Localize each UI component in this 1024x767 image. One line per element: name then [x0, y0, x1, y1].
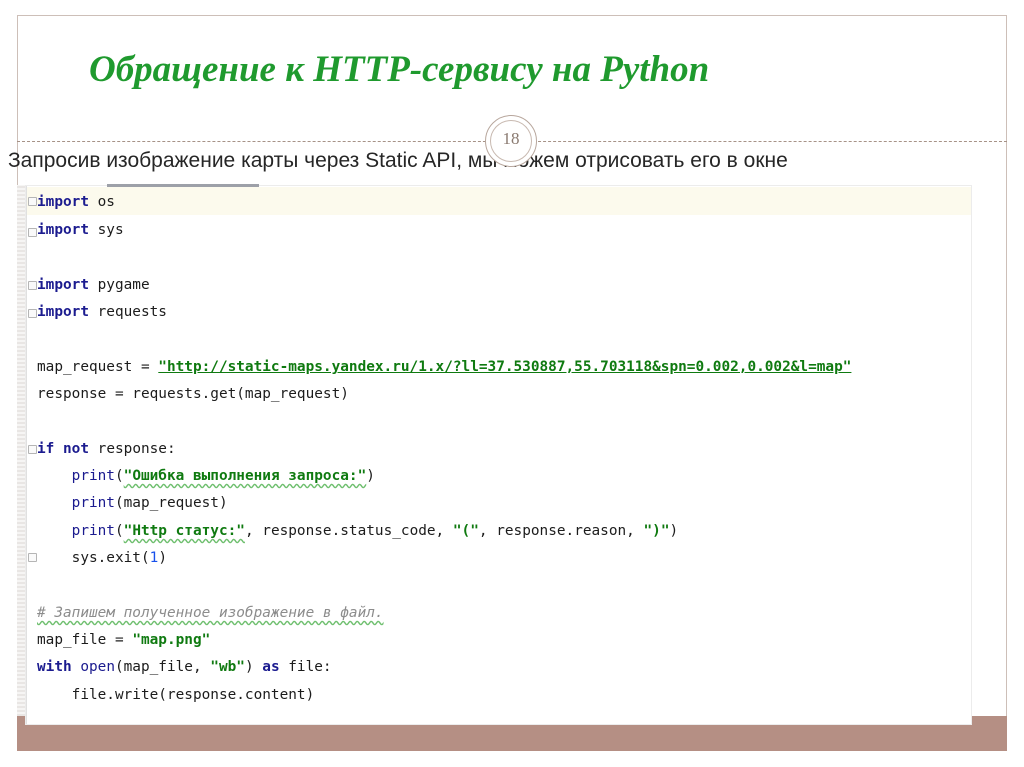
body-text: Запросив изображение карты через Static … [8, 149, 788, 172]
code-line-3: import pygame [37, 277, 150, 293]
fold-icon[interactable] [28, 445, 37, 454]
code-line-12: # Запишем полученное изображение в файл. [37, 605, 384, 621]
fold-icon[interactable] [28, 553, 37, 562]
code-line-14: with open(map_file, "wb") as file: [37, 659, 332, 675]
slide-title: Обращение к HTTP-сервису на Python [89, 49, 710, 90]
code-line-9: print(map_request) [71, 495, 228, 511]
editor-tab-indicator [107, 184, 259, 187]
page-number-badge: 18 [485, 115, 537, 167]
code-line-5: map_request = "http://static-maps.yandex… [37, 359, 852, 375]
code-line-13: map_file = "map.png" [37, 632, 211, 648]
code-line-10: print("Http статус:", response.status_co… [71, 523, 679, 539]
code-line-2: import sys [37, 222, 124, 238]
page-number: 18 [502, 129, 520, 148]
code-line-6: response = requests.get(map_request) [37, 386, 349, 402]
fold-icon[interactable] [28, 228, 37, 237]
code-line-1: import os [37, 194, 115, 210]
fold-icon[interactable] [28, 197, 37, 206]
code-line-7: if not response: [37, 441, 176, 457]
code-line-8: print("Ошибка выполнения запроса:") [71, 468, 375, 484]
code-line-15: file.write(response.content) [71, 687, 315, 703]
code-line-4: import requests [37, 304, 167, 320]
fold-icon[interactable] [28, 309, 37, 318]
fold-icon[interactable] [28, 281, 37, 290]
current-line-highlight [27, 187, 971, 215]
code-line-11: sys.exit(1) [71, 550, 167, 566]
code-editor[interactable]: import os import sys import pygame impor… [26, 186, 971, 724]
